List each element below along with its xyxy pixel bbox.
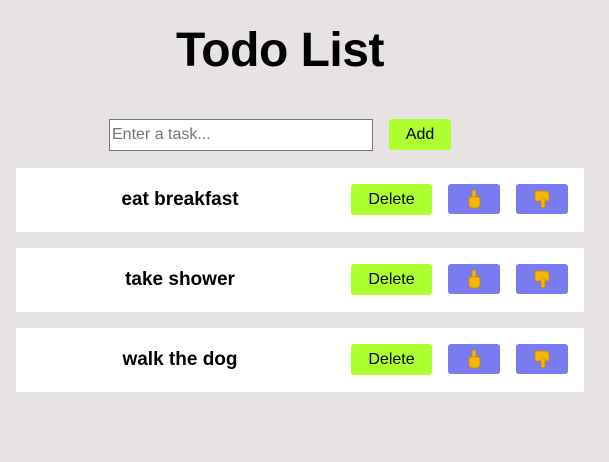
task-text: walk the dog [122, 349, 238, 370]
list-item: eat breakfast Delete [16, 168, 584, 232]
task-text: eat breakfast [121, 189, 239, 210]
page-title: Todo List [176, 24, 384, 77]
move-up-button[interactable] [448, 264, 500, 294]
move-down-button[interactable] [516, 344, 568, 374]
list-item: take shower Delete [16, 248, 584, 312]
pointing-up-icon [465, 189, 483, 209]
delete-button[interactable]: Delete [351, 344, 432, 375]
move-up-button[interactable] [448, 184, 500, 214]
task-input[interactable] [109, 119, 373, 151]
list-item: walk the dog Delete [16, 328, 584, 392]
move-down-button[interactable] [516, 184, 568, 214]
task-text: take shower [125, 269, 235, 290]
delete-button[interactable]: Delete [351, 184, 432, 215]
add-button[interactable]: Add [389, 119, 451, 150]
move-down-button[interactable] [516, 264, 568, 294]
pointing-down-icon [532, 189, 552, 209]
task-list: eat breakfast Delete take shower Delete [16, 168, 584, 408]
delete-button[interactable]: Delete [351, 264, 432, 295]
pointing-up-icon [465, 269, 483, 289]
move-up-button[interactable] [448, 344, 500, 374]
pointing-down-icon [532, 269, 552, 289]
pointing-up-icon [465, 349, 483, 369]
pointing-down-icon [532, 349, 552, 369]
